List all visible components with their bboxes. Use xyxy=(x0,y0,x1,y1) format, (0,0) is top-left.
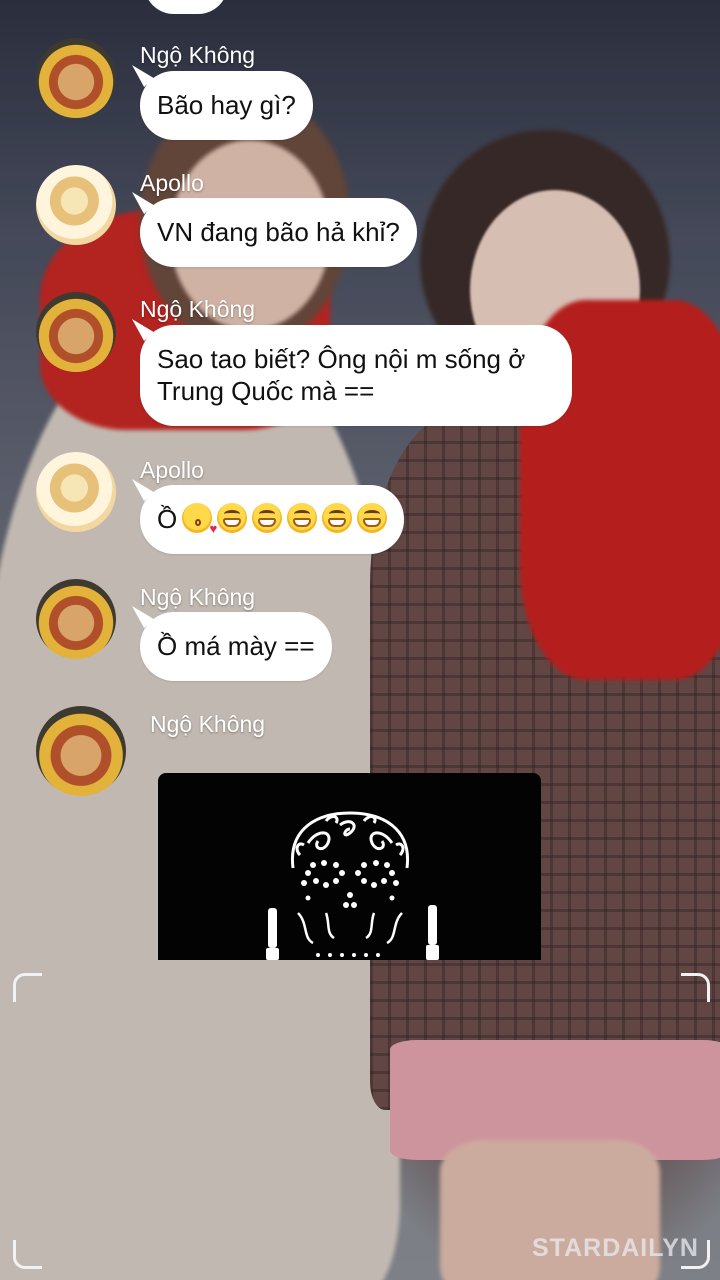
frame-corner-top-right xyxy=(681,973,710,1002)
avatar-apollo[interactable] xyxy=(36,165,116,245)
message-bubble[interactable]: Bão hay gì? xyxy=(132,65,313,140)
message-bubble[interactable]: Sao tao biết? Ông nội m sống ở Trung Quố… xyxy=(132,319,572,426)
avatar-ngo-khong[interactable] xyxy=(36,706,126,796)
message-bubble[interactable]: VN đang bão hả khỉ? xyxy=(132,192,417,267)
avatar-ngo-khong[interactable] xyxy=(36,38,116,118)
message-bubble[interactable]: Ồ má mày == xyxy=(132,606,332,681)
message-text: Ồ má mày == xyxy=(157,631,315,661)
skull-image xyxy=(266,811,439,960)
message-text: VN đang bão hả khỉ? xyxy=(157,217,400,247)
grinning-face-icon xyxy=(357,503,388,533)
sender-name: Ngộ Không xyxy=(140,296,256,322)
image-attachment[interactable] xyxy=(158,773,541,960)
message-bubble[interactable]: Ồ xyxy=(132,479,405,554)
watermark: STARDAILYN xyxy=(532,1234,699,1262)
frame-corner-top-left xyxy=(13,973,42,1002)
grinning-face-icon xyxy=(217,503,248,533)
sender-name: Apollo xyxy=(140,170,204,196)
face-blowing-kiss-icon xyxy=(182,503,217,545)
sender-name: Ngộ Không xyxy=(140,42,256,68)
avatar-apollo[interactable] xyxy=(36,452,116,532)
grinning-face-icon xyxy=(322,503,353,533)
grinning-face-icon xyxy=(287,503,318,533)
grinning-face-icon xyxy=(252,503,283,533)
sender-name: Apollo xyxy=(140,457,204,483)
frame-corner-bottom-left xyxy=(13,1240,42,1269)
avatar-ngo-khong[interactable] xyxy=(36,292,116,372)
sender-name: Ngộ Không xyxy=(150,711,266,737)
message-text-line: Trung Quốc mà == xyxy=(157,376,375,406)
message-text-line: Sao tao biết? Ông nội m sống ở xyxy=(157,344,526,374)
message-text: Bão hay gì? xyxy=(157,90,296,120)
sender-name: Ngộ Không xyxy=(140,584,256,610)
avatar-ngo-khong[interactable] xyxy=(36,579,116,659)
message-text: Ồ xyxy=(157,504,178,534)
